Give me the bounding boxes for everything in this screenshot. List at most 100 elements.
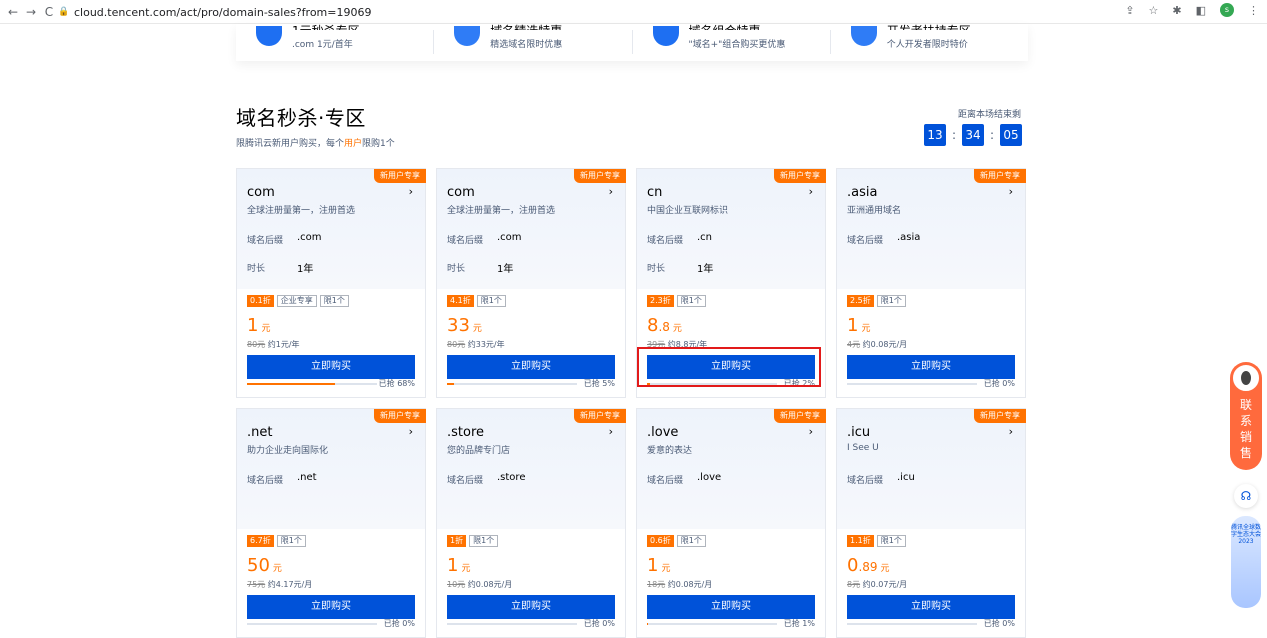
chevron-right-icon[interactable]: › (609, 425, 613, 438)
domain-card[interactable]: 新用户专享 cn › 中国企业互联网标识 域名后缀 .cn 时长 1年 2.3折 限1个 8.8 元 3… (636, 168, 826, 398)
tag-list: 2.5折 限1个 (847, 295, 906, 307)
domain-card[interactable]: 新用户专享 .store › 您的品牌专门店 域名后缀 .store 1折 限1个 1 元 10元 … (436, 408, 626, 638)
sold-progress (647, 623, 777, 625)
strike-price: 18元 (647, 580, 666, 589)
limit-tag: 限1个 (876, 535, 906, 547)
domain-name[interactable]: cn (647, 185, 662, 200)
domain-card[interactable]: 新用户专享 com › 全球注册量第一，注册首选 域名后缀 .com 时长 1年 4.1折 限1个… (436, 168, 626, 398)
sold-progress (247, 623, 377, 625)
new-user-badge: 新用户专享 (374, 169, 426, 183)
suffix-value: .icu (897, 472, 915, 483)
domain-name[interactable]: .net (247, 425, 272, 440)
category-item[interactable]: 域名精选特惠 精选域名限时优惠 (434, 24, 633, 54)
category-item[interactable]: 域名组合特惠 "域名+"组合购买更优惠 (633, 24, 831, 54)
contact-sales-button[interactable]: 联 系 销 售 (1230, 362, 1262, 470)
new-user-badge: 新用户专享 (774, 409, 826, 423)
duration-row: 时长 1年 (647, 261, 713, 275)
category-strip: 1元秒杀专区 .com 1元/首年 域名精选特惠 精选域名限时优惠 域名组合特惠… (236, 24, 1028, 61)
limit-tag: 限1个 (319, 295, 349, 307)
sold-progress-fill (647, 383, 650, 385)
price-int: 1 (847, 315, 859, 336)
reload-icon[interactable]: C (40, 5, 58, 19)
price: 50 元 (247, 555, 282, 576)
suffix-label: 域名后缀 (647, 476, 684, 486)
domain-card[interactable]: 新用户专享 .asia › 亚洲通用域名 域名后缀 .asia 2.5折 限1个 1 元 4元 约0… (836, 168, 1026, 398)
sold-progress (847, 383, 977, 385)
domain-name[interactable]: com (447, 185, 475, 200)
sales-char: 销 (1239, 430, 1252, 444)
menu-icon[interactable]: ⋮ (1248, 4, 1259, 17)
chevron-right-icon[interactable]: › (1009, 425, 1013, 438)
category-item[interactable]: 开发者扶持专区 个人开发者限时特价 (831, 24, 1028, 54)
domain-card[interactable]: 新用户专享 com › 全球注册量第一，注册首选 域名后缀 .com 时长 1年 0.1折 企业专… (236, 168, 426, 398)
chevron-right-icon[interactable]: › (609, 185, 613, 198)
limit-tag: 限1个 (676, 295, 706, 307)
browser-toolbar: ← → C 🔒 cloud.tencent.com/act/pro/domain… (0, 0, 1267, 24)
limit-tag: 限1个 (469, 535, 499, 547)
domain-name[interactable]: .icu (847, 425, 870, 440)
profile-avatar[interactable]: s (1220, 3, 1234, 17)
category-sub: .com 1元/首年 (292, 40, 353, 50)
section-title: 域名秒杀·专区 (236, 106, 366, 130)
category-sub: 个人开发者限时特价 (886, 40, 968, 50)
browser-actions: ⇪ ☆ ✱ ◧ s ⋮ (1125, 3, 1259, 17)
domain-icon (454, 26, 481, 46)
price-unit: 元 (861, 324, 871, 334)
domain-name[interactable]: com (247, 185, 275, 200)
bookmark-star-icon[interactable]: ☆ (1149, 4, 1159, 17)
new-user-badge: 新用户专享 (574, 169, 626, 183)
forward-icon[interactable]: → (22, 5, 40, 19)
discount-tag: 0.6折 (647, 535, 674, 547)
category-item[interactable]: 1元秒杀专区 .com 1元/首年 (236, 24, 435, 54)
sidepanel-icon[interactable]: ◧ (1196, 4, 1206, 17)
share-icon[interactable]: ⇪ (1125, 4, 1134, 17)
category-sub: 精选域名限时优惠 (490, 40, 563, 50)
flash-sale-icon (256, 26, 282, 46)
sold-label: 已抢 0% (583, 619, 615, 628)
strike-price: 75元 (247, 580, 266, 589)
event-banner[interactable]: 腾讯全球数字生态大会2023 (1231, 516, 1261, 608)
suffix-label: 域名后缀 (247, 476, 284, 486)
buy-now-button[interactable]: 立即购买 (647, 595, 815, 619)
subtitle-suffix: 限购1个 (362, 139, 395, 149)
address-bar[interactable]: 🔒 cloud.tencent.com/act/pro/domain-sales… (58, 3, 1198, 21)
extensions-icon[interactable]: ✱ (1172, 4, 1181, 17)
chevron-right-icon[interactable]: › (809, 425, 813, 438)
buy-now-button[interactable]: 立即购买 (847, 355, 1015, 379)
domain-card[interactable]: 新用户专享 .icu › I See U 域名后缀 .icu 1.1折 限1个 0.89 元 8元 … (836, 408, 1026, 638)
price-unit: 元 (461, 564, 471, 574)
sales-char: 系 (1239, 414, 1252, 428)
buy-now-button[interactable]: 立即购买 (247, 355, 415, 379)
limit-tag: 限1个 (876, 295, 906, 307)
price-unit: 元 (880, 564, 890, 574)
buy-now-button[interactable]: 立即购买 (447, 595, 615, 619)
domain-name[interactable]: .store (447, 425, 484, 440)
sold-label: 已抢 68% (378, 379, 415, 388)
headset-icon[interactable]: ☊ (1234, 484, 1258, 508)
buy-now-button[interactable]: 立即购买 (647, 355, 815, 379)
domain-card[interactable]: 新用户专享 .net › 助力企业走向国际化 域名后缀 .net 6.7折 限1个 50 元 75元… (236, 408, 426, 638)
suffix-row: 域名后缀 .com (247, 232, 322, 246)
domain-name[interactable]: .love (647, 425, 678, 440)
chevron-right-icon[interactable]: › (409, 185, 413, 198)
unit-price-note: 约8.8元/年 (667, 340, 708, 349)
domain-name[interactable]: .asia (847, 185, 877, 200)
original-price: 75元 约4.17元/月 (247, 579, 312, 590)
sales-avatar (1231, 363, 1261, 393)
tag-list: 1折 限1个 (447, 535, 499, 547)
chevron-right-icon[interactable]: › (1009, 185, 1013, 198)
url-text[interactable]: cloud.tencent.com/act/pro/domain-sales?f… (74, 6, 371, 19)
buy-now-button[interactable]: 立即购买 (447, 355, 615, 379)
domain-card[interactable]: 新用户专享 .love › 爱意的表达 域名后缀 .love 0.6折 限1个 1 元 18元 约0… (636, 408, 826, 638)
buy-now-button[interactable]: 立即购买 (247, 595, 415, 619)
chevron-right-icon[interactable]: › (409, 425, 413, 438)
back-icon[interactable]: ← (4, 5, 22, 19)
sold-progress (647, 383, 777, 385)
price-dec: .89 (858, 560, 878, 574)
new-user-badge: 新用户专享 (374, 409, 426, 423)
category-sub: "域名+"组合购买更优惠 (688, 40, 786, 50)
buy-now-button[interactable]: 立即购买 (847, 595, 1015, 619)
new-user-badge: 新用户专享 (974, 409, 1026, 423)
sold-progress (447, 383, 577, 385)
chevron-right-icon[interactable]: › (809, 185, 813, 198)
